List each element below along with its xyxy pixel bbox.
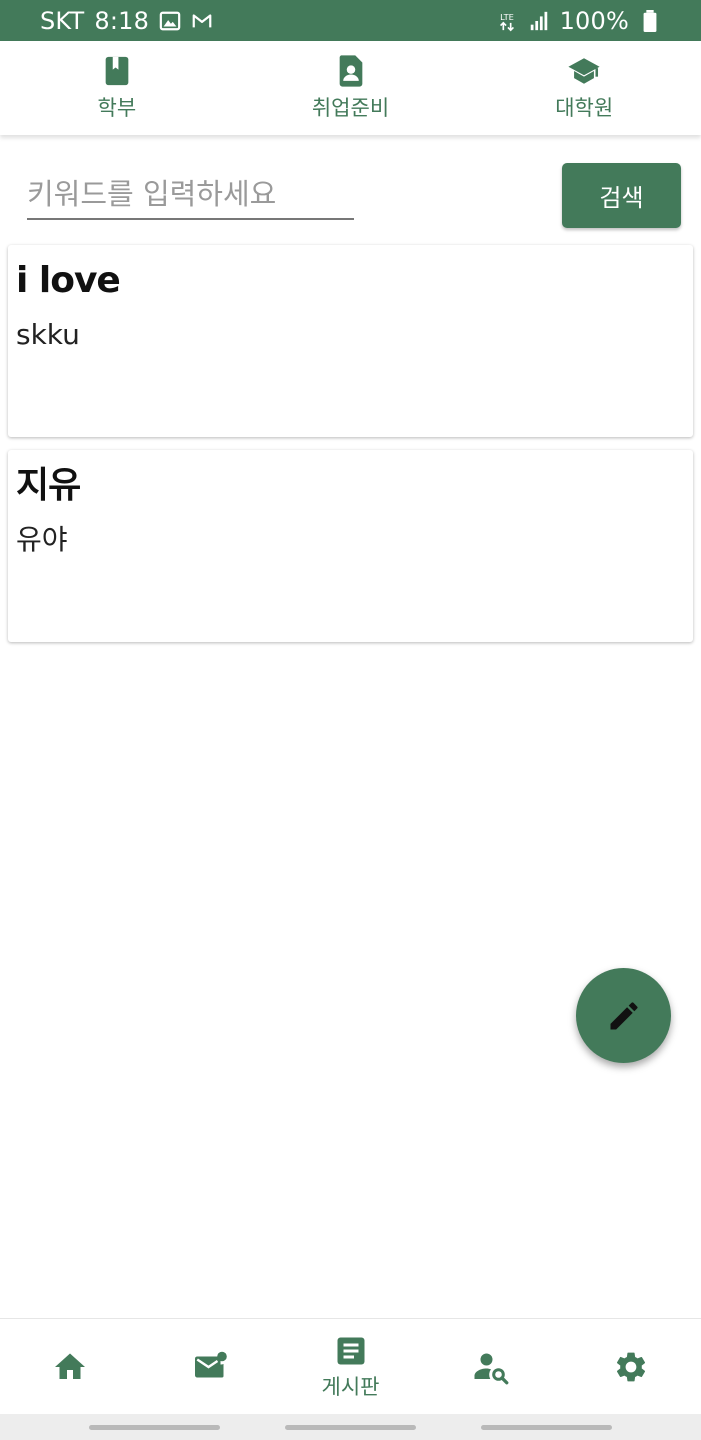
search-input[interactable] <box>27 170 354 220</box>
tab-label: 대학원 <box>555 96 614 120</box>
svg-text:LTE: LTE <box>500 12 514 22</box>
post-title: i love <box>16 260 121 301</box>
mail-notification-icon <box>195 1351 228 1377</box>
nav-home[interactable] <box>0 1319 140 1414</box>
write-post-button[interactable] <box>576 968 671 1063</box>
tab-undergraduate[interactable]: 학부 <box>0 41 234 135</box>
status-left: SKT 8:18 <box>40 7 213 35</box>
category-tabs: 학부 취업준비 대학원 <box>0 41 701 135</box>
board-icon <box>337 1337 364 1364</box>
tab-label: 학부 <box>97 96 137 120</box>
tab-graduate-school[interactable]: 대학원 <box>467 41 701 135</box>
gmail-icon <box>192 13 212 27</box>
tab-label: 취업준비 <box>311 96 390 120</box>
nav-user-search[interactable] <box>421 1319 561 1414</box>
nav-label: 게시판 <box>321 1374 380 1399</box>
system-gesture-bar <box>0 1414 701 1440</box>
status-right: LTE 100% <box>496 7 661 35</box>
post-body: 유야 <box>16 523 68 556</box>
bottom-navigation: 게시판 <box>0 1318 701 1414</box>
post-card[interactable]: 지유 유야 <box>8 450 693 642</box>
graduation-cap-icon <box>568 58 600 84</box>
carrier-label: SKT <box>40 6 85 35</box>
post-body: skku <box>16 318 80 351</box>
gear-icon <box>616 1352 645 1381</box>
post-card[interactable]: i love skku <box>8 245 693 437</box>
home-icon <box>55 1353 86 1379</box>
battery-icon <box>643 9 657 32</box>
signal-icon <box>530 11 547 30</box>
search-row: 검색 <box>0 160 701 230</box>
nav-board[interactable]: 게시판 <box>280 1319 420 1414</box>
gesture-hint[interactable] <box>481 1425 612 1430</box>
nav-messages[interactable] <box>140 1319 280 1414</box>
status-bar: SKT 8:18 LTE 100% <box>0 0 701 41</box>
user-search-icon <box>474 1353 509 1384</box>
battery-percent: 100% <box>559 6 629 35</box>
gesture-hint[interactable] <box>285 1425 416 1430</box>
image-icon <box>159 11 181 30</box>
nav-settings[interactable] <box>561 1319 701 1414</box>
book-icon <box>105 56 129 86</box>
app-screen: SKT 8:18 LTE 100% 학부 취업준비 대학원 키워드를 입력하세요… <box>0 0 701 1440</box>
lte-icon: LTE <box>499 12 514 31</box>
id-badge-icon <box>339 55 362 87</box>
pencil-icon <box>610 1001 638 1029</box>
post-title: 지유 <box>16 465 81 506</box>
search-button[interactable]: 검색 <box>562 163 681 228</box>
gesture-hint[interactable] <box>89 1425 220 1430</box>
clock: 8:18 <box>94 6 150 35</box>
tab-job-prep[interactable]: 취업준비 <box>234 41 468 135</box>
